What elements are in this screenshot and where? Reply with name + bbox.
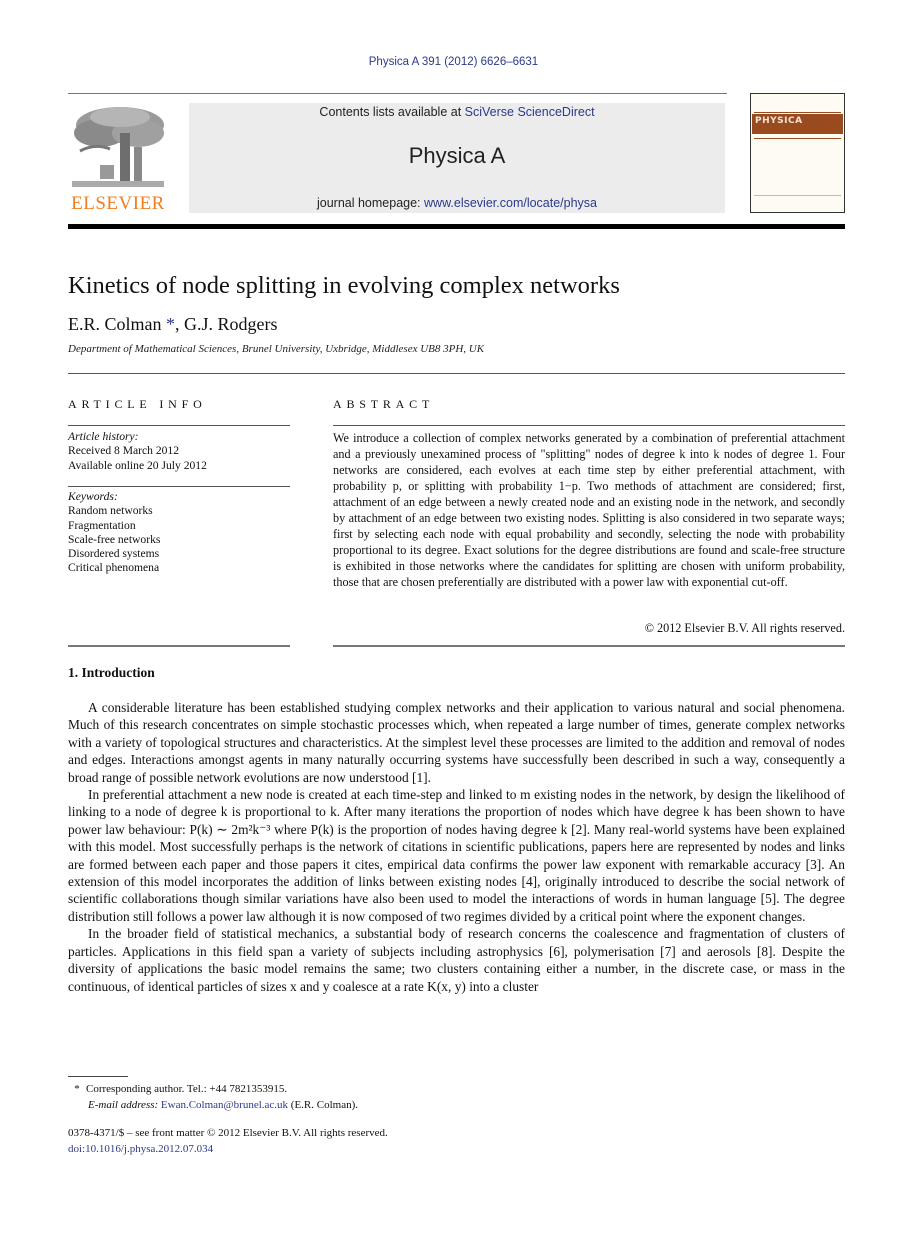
article-history: Article history: Received 8 March 2012 A… bbox=[68, 430, 207, 473]
introduction-body: A considerable literature has been estab… bbox=[68, 699, 845, 995]
journal-cover-thumbnail[interactable]: PHYSICA bbox=[750, 93, 845, 213]
homepage-line: journal homepage: www.elsevier.com/locat… bbox=[189, 196, 725, 210]
email-link[interactable]: Ewan.Colman@brunel.ac.uk bbox=[161, 1099, 288, 1111]
email-suffix: (E.R. Colman). bbox=[288, 1099, 359, 1111]
elsevier-tree-icon bbox=[70, 103, 166, 191]
corresponding-author-note: Corresponding author. Tel.: +44 78213539… bbox=[86, 1083, 288, 1095]
history-label: Article history: bbox=[68, 430, 139, 443]
abstract-text: We introduce a collection of complex net… bbox=[333, 431, 845, 589]
divider bbox=[68, 486, 290, 487]
email-label: E-mail address: bbox=[88, 1099, 161, 1111]
footnote: * Corresponding author. Tel.: +44 7821353… bbox=[68, 1081, 358, 1113]
homepage-prefix: journal homepage: bbox=[316, 196, 425, 210]
author-name[interactable]: E.R. Colman bbox=[68, 314, 162, 334]
footnote-rule bbox=[68, 1076, 128, 1077]
keywords-label: Keywords: bbox=[68, 490, 118, 503]
issn-line: 0378-4371/$ – see front matter © 2012 El… bbox=[68, 1127, 388, 1139]
abstract-heading: ABSTRACT bbox=[333, 397, 435, 411]
header-rule-thick bbox=[68, 224, 845, 229]
running-head[interactable]: Physica A 391 (2012) 6626–6631 bbox=[0, 56, 907, 68]
keyword: Disordered systems bbox=[68, 547, 160, 561]
article-title: Kinetics of node splitting in evolving c… bbox=[68, 272, 620, 299]
cover-band: PHYSICA bbox=[752, 114, 843, 134]
contents-line: Contents lists available at SciVerse Sci… bbox=[189, 105, 725, 119]
header-rule bbox=[68, 93, 727, 94]
paragraph: In the broader field of statistical mech… bbox=[68, 926, 845, 994]
journal-name: Physica A bbox=[408, 143, 506, 168]
available-online-date: Available online 20 July 2012 bbox=[68, 458, 207, 472]
doi-link[interactable]: doi:10.1016/j.physa.2012.07.034 bbox=[68, 1141, 388, 1157]
cover-rule bbox=[754, 138, 841, 139]
keyword: Fragmentation bbox=[68, 518, 136, 532]
corresponding-author-mark[interactable]: * bbox=[166, 314, 175, 334]
author-separator: , bbox=[175, 314, 184, 334]
divider bbox=[333, 425, 845, 426]
section-heading: 1. Introduction bbox=[68, 665, 155, 680]
received-date: Received 8 March 2012 bbox=[68, 444, 180, 458]
abstract-copyright: © 2012 Elsevier B.V. All rights reserved… bbox=[644, 621, 845, 635]
contents-prefix: Contents lists available at bbox=[319, 105, 465, 119]
keyword: Random networks bbox=[68, 504, 153, 518]
cover-rule bbox=[754, 195, 841, 196]
keyword: Scale-free networks bbox=[68, 532, 161, 546]
journal-masthead: Contents lists available at SciVerse Sci… bbox=[189, 103, 725, 213]
keyword: Critical phenomena bbox=[68, 561, 160, 575]
cover-rule bbox=[754, 112, 841, 113]
journal-homepage-link[interactable]: www.elsevier.com/locate/physa bbox=[424, 196, 597, 210]
divider bbox=[68, 425, 290, 426]
article-info-heading: ARTICLE INFO bbox=[68, 397, 207, 411]
author-list: E.R. Colman *, G.J. Rodgers bbox=[68, 314, 278, 335]
divider bbox=[68, 645, 290, 647]
divider bbox=[68, 373, 845, 374]
footnote-mark: * bbox=[74, 1083, 80, 1095]
front-matter: 0378-4371/$ – see front matter © 2012 El… bbox=[68, 1125, 388, 1157]
publisher-logo[interactable]: ELSEVIER bbox=[68, 103, 168, 215]
divider bbox=[333, 645, 845, 647]
author-name[interactable]: G.J. Rodgers bbox=[184, 314, 278, 334]
affiliation: Department of Mathematical Sciences, Bru… bbox=[68, 343, 485, 355]
cover-title: PHYSICA bbox=[755, 116, 803, 126]
publisher-name: ELSEVIER bbox=[71, 193, 165, 214]
keywords-block: Keywords: Random networks Fragmentation … bbox=[68, 490, 160, 576]
paragraph: A considerable literature has been estab… bbox=[68, 700, 845, 785]
sciencedirect-link[interactable]: SciVerse ScienceDirect bbox=[465, 105, 595, 119]
paragraph: In preferential attachment a new node is… bbox=[68, 787, 845, 924]
